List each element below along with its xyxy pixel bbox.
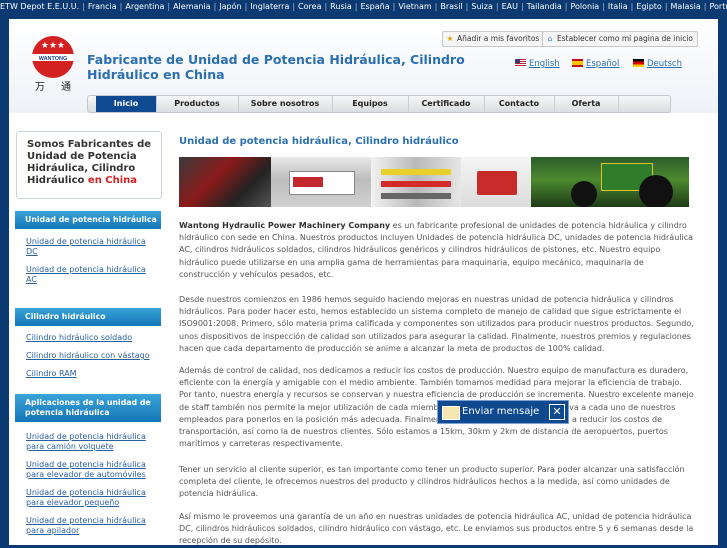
germany-flag-icon — [633, 59, 644, 67]
logo-char-1: 万 — [35, 82, 45, 93]
link-separator: | — [292, 2, 296, 11]
site-title: Fabricante de Unidad de Potencia Hidrául… — [87, 52, 465, 82]
link-separator: | — [564, 2, 568, 11]
site-header: WANTONG ★★★ 万 通 Fabricante de Unidad de … — [9, 19, 718, 113]
country-link[interactable]: Egipto — [636, 2, 661, 11]
star-icon: ★ — [446, 34, 454, 43]
close-icon[interactable]: ✕ — [549, 404, 565, 420]
link-separator: | — [602, 2, 605, 11]
link-separator: | — [495, 2, 499, 11]
country-link[interactable]: Alemania — [173, 2, 211, 11]
nav-item-sobre-nosotros[interactable]: Sobre nosotros — [238, 96, 333, 112]
link-separator: | — [354, 2, 358, 11]
country-link[interactable]: Polonia — [570, 2, 599, 11]
sidebar-heading-applications[interactable]: Aplicaciones de la unidad de potencia hi… — [15, 394, 161, 422]
sidebar-link-tie-rod-cylinder[interactable]: Cilindro hidráulico con vástago — [26, 351, 158, 361]
link-separator: | — [434, 2, 438, 11]
nav-item-inicio[interactable]: Inicio — [96, 96, 157, 112]
add-favorites-button[interactable]: ★ Añadir a mis favoritos — [442, 31, 545, 47]
link-separator: | — [324, 2, 328, 11]
link-separator: | — [630, 2, 634, 11]
country-link[interactable]: Vietnam — [398, 2, 431, 11]
sidebar-heading-cylinder[interactable]: Cilindro hidráulico — [15, 308, 161, 326]
country-link[interactable]: Argentina — [125, 2, 164, 11]
nav-item-contacto[interactable]: Contacto — [484, 96, 555, 112]
sidebar-link-ram-cylinder[interactable]: Cilindro RAM — [26, 369, 158, 379]
banner-image-red-unit — [461, 157, 531, 207]
page-title: Unidad de potencia hidráulica, Cilindro … — [179, 136, 459, 147]
intro-paragraph: Wantong Hydraulic Power Machinery Compan… — [179, 221, 694, 279]
svg-text:★★★: ★★★ — [41, 41, 65, 51]
country-link[interactable]: EAU — [502, 2, 518, 11]
country-link[interactable]: Brasil — [440, 2, 462, 11]
banner-image-power-unit — [271, 157, 371, 207]
set-homepage-button[interactable]: ⌂ Establecer como mi pagina de inicio — [542, 31, 699, 47]
country-links-bar: ETW Depot E.E.U.U. | Francia | Argentina | Ale… — [0, 0, 727, 14]
sidebar-link-car-lift[interactable]: Unidad de potencia hidráulica para eleva… — [26, 460, 158, 480]
product-banner — [179, 157, 689, 207]
link-separator: | — [119, 2, 123, 11]
home-icon: ⌂ — [547, 34, 553, 43]
nav-item-certificado[interactable]: Certificado — [408, 96, 485, 112]
country-link[interactable]: Inglaterra — [250, 2, 289, 11]
banner-image-tractor — [531, 157, 689, 207]
country-link[interactable]: Suiza — [471, 2, 492, 11]
promo-box: Somos Fabricantes de Unidad de Potencia … — [16, 131, 162, 199]
send-message-label: Enviar mensaje — [462, 406, 540, 417]
link-separator: | — [392, 2, 396, 11]
sidebar-link-power-unit-ac[interactable]: Unidad de potencia hidráulica AC — [26, 265, 158, 285]
country-link[interactable]: España — [360, 2, 389, 11]
nav-item-productos[interactable]: Productos — [156, 96, 239, 112]
nav-item-equipos[interactable]: Equipos — [332, 96, 409, 112]
link-separator: | — [82, 2, 85, 11]
language-espanol-link[interactable]: Español — [572, 59, 619, 69]
link-separator: | — [703, 2, 707, 11]
language-deutsch-link[interactable]: Deutsch — [633, 59, 682, 69]
logo-char-2: 通 — [61, 81, 71, 93]
sidebar-link-small-lift[interactable]: Unidad de potencia hidráulica para eleva… — [26, 488, 158, 508]
company-logo[interactable]: WANTONG ★★★ 万 通 — [29, 33, 77, 93]
country-link[interactable]: Francia — [88, 2, 117, 11]
banner-image-machinery — [179, 157, 271, 207]
link-separator: | — [664, 2, 668, 11]
warranty-paragraph: Así mismo le proveemos una garantía de u… — [179, 512, 694, 546]
country-link[interactable]: Tailandia — [527, 2, 562, 11]
page-container: WANTONG ★★★ 万 通 Fabricante de Unidad de … — [9, 19, 718, 545]
sidebar-link-welded-cylinder[interactable]: Cilindro hidráulico soldado — [26, 333, 158, 343]
spain-flag-icon — [572, 59, 583, 67]
country-link[interactable]: Portugal — [709, 2, 727, 11]
country-link[interactable]: Japón — [219, 2, 241, 11]
banner-image-cylinders — [371, 157, 461, 207]
country-link[interactable]: Rusia — [330, 2, 352, 11]
country-link[interactable]: Corea — [298, 2, 321, 11]
language-english-link[interactable]: English — [515, 59, 560, 69]
nav-item-oferta[interactable]: Oferta — [554, 96, 619, 112]
mail-icon — [442, 406, 460, 420]
country-link[interactable]: ETW Depot E.E.U.U. — [0, 2, 79, 11]
sidebar-link-power-unit-dc[interactable]: Unidad de potencia hidráulica DC — [26, 237, 158, 257]
send-message-widget[interactable]: Enviar mensaje ✕ — [437, 400, 569, 424]
country-link[interactable]: Malasia — [671, 2, 701, 11]
us-flag-icon — [515, 59, 526, 67]
main-navigation: Inicio Productos Sobre nosotros Equipos Cert… — [87, 95, 671, 113]
promo-highlight: en China — [87, 175, 138, 186]
service-paragraph: Tener un servicio al cliente superior, e… — [179, 465, 685, 499]
sidebar-heading-power-unit[interactable]: Unidad de potencia hidráulica — [15, 211, 161, 229]
link-separator: | — [465, 2, 469, 11]
link-separator: | — [520, 2, 524, 11]
link-separator: | — [244, 2, 248, 11]
history-paragraph: Desde nuestros comienzos en 1986 hemos s… — [179, 295, 694, 353]
link-separator: | — [167, 2, 171, 11]
link-separator: | — [213, 2, 217, 11]
logo-text: WANTONG — [39, 56, 68, 62]
sidebar-link-stacker[interactable]: Unidad de potencia hidráulica para apila… — [26, 516, 158, 536]
country-link[interactable]: Italia — [608, 2, 628, 11]
company-name: Wantong Hydraulic Power Machinery Compan… — [179, 221, 391, 230]
sidebar-link-dump-truck[interactable]: Unidad de potencia hidráulica para camió… — [26, 432, 158, 452]
